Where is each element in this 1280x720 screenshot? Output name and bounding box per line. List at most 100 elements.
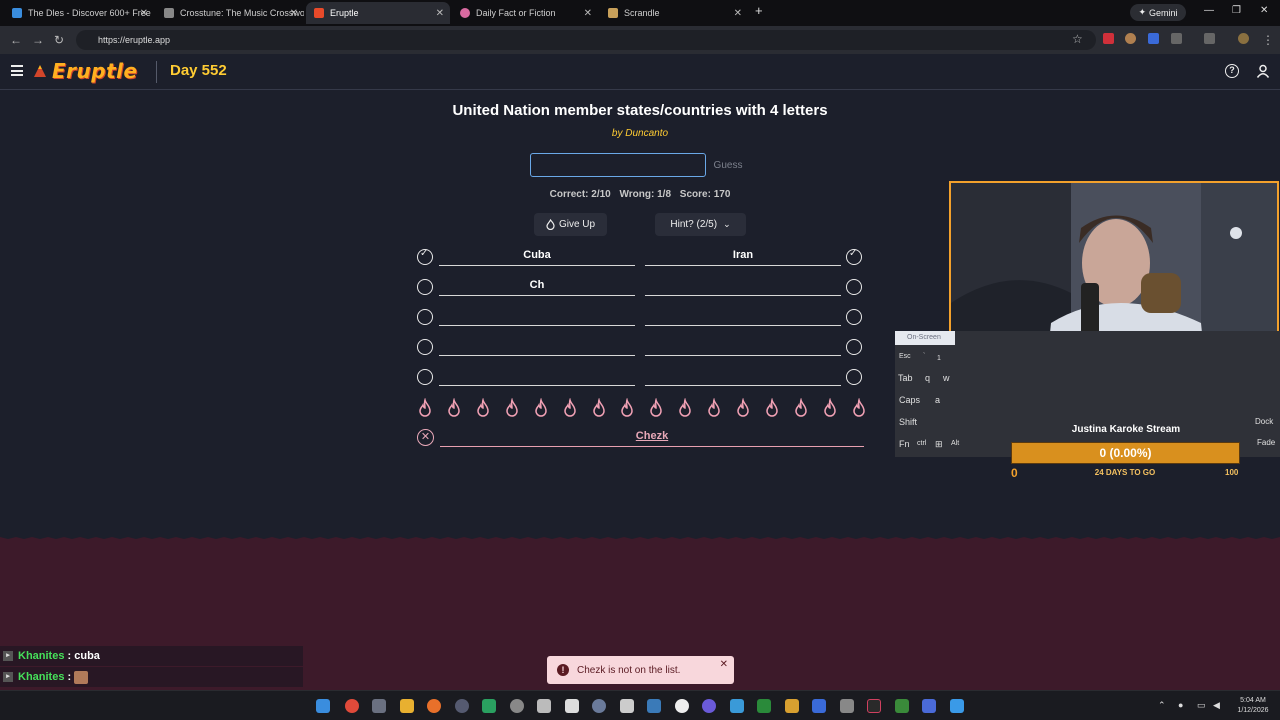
wrong-count: Wrong: 1/8 — [619, 189, 672, 200]
flame-icon — [419, 398, 431, 417]
extension-icon[interactable] — [1103, 33, 1114, 44]
chat-username: Khanites — [18, 671, 65, 683]
tab-the-dles[interactable]: The Dles - Discover 600+ Free I ✕ — [4, 2, 154, 24]
chat-badge-icon: ▸ — [3, 651, 13, 661]
answer-status-icon — [846, 279, 862, 295]
guess-input[interactable] — [530, 153, 706, 177]
sidebar-toggle-icon[interactable] — [1204, 33, 1215, 44]
app-icon[interactable] — [455, 699, 469, 713]
close-icon[interactable]: ✕ — [720, 659, 728, 670]
puzzle-title: United Nation member states/countries wi… — [452, 102, 828, 119]
flame-icon — [621, 398, 634, 417]
tab-eruptle[interactable]: Eruptle ✕ — [306, 2, 450, 24]
key-caps[interactable]: Caps — [899, 395, 920, 405]
flame-icon — [679, 398, 692, 417]
key-esc[interactable]: Esc — [899, 353, 911, 360]
key-shift[interactable]: Shift — [899, 417, 917, 427]
app-icon[interactable] — [730, 699, 744, 713]
app-icon[interactable] — [950, 699, 964, 713]
tab-favicon-icon — [164, 8, 174, 18]
key-q[interactable]: q — [925, 373, 930, 383]
close-icon[interactable]: ✕ — [290, 8, 298, 19]
tab-daily-fact-or-fiction[interactable]: Daily Fact or Fiction ✕ — [452, 2, 598, 24]
system-clock[interactable]: 5:04 AM 1/12/2026 — [1228, 696, 1278, 716]
tab-crosstune[interactable]: Crosstune: The Music Crosswor ✕ — [156, 2, 304, 24]
bookmark-star-icon[interactable]: ☆ — [1072, 32, 1083, 46]
firefox-icon[interactable] — [427, 699, 441, 713]
give-up-button[interactable]: Give Up — [534, 213, 607, 236]
guess-button[interactable]: Guess — [708, 155, 748, 175]
folder-icon[interactable] — [400, 699, 414, 713]
forward-icon[interactable]: → — [32, 33, 44, 47]
key-fn[interactable]: Fn — [899, 439, 910, 449]
app-icon[interactable] — [620, 699, 634, 713]
close-icon[interactable]: ✕ — [584, 8, 592, 19]
speaker-icon[interactable]: ◀ — [1213, 700, 1220, 711]
tab-scrandle[interactable]: Scrandle ✕ — [600, 2, 748, 24]
flame-icon — [853, 398, 865, 417]
reload-icon[interactable]: ↻ — [54, 33, 64, 47]
window-close-icon[interactable]: ✕ — [1260, 5, 1268, 16]
lives-row — [417, 398, 867, 420]
close-icon[interactable]: ✕ — [436, 8, 444, 19]
chrome-icon[interactable] — [345, 699, 359, 713]
settings-icon[interactable] — [592, 699, 606, 713]
gemini-button[interactable]: ✦ Gemini — [1130, 4, 1186, 21]
tab-title: The Dles - Discover 600+ Free I — [28, 8, 154, 18]
app-logo[interactable]: Eruptle — [52, 59, 138, 83]
display-icon[interactable]: ▭ — [1197, 700, 1206, 711]
address-bar[interactable]: https://eruptle.app — [76, 30, 1096, 50]
key-backtick[interactable]: ` — [923, 353, 925, 360]
key-a[interactable]: a — [935, 395, 940, 405]
task-view-icon[interactable] — [372, 699, 386, 713]
new-tab-icon[interactable]: + — [755, 3, 763, 18]
tab-favicon-icon — [12, 8, 22, 18]
chevron-up-icon[interactable]: ⌃ — [1158, 700, 1166, 711]
steam-icon[interactable] — [647, 699, 661, 713]
key-w[interactable]: w — [943, 373, 950, 383]
extension-icon[interactable] — [1125, 33, 1136, 44]
key-ctrl[interactable]: ctrl — [917, 440, 926, 447]
back-icon[interactable]: ← — [10, 33, 22, 47]
obs-icon[interactable] — [867, 699, 881, 713]
key-dock[interactable]: Dock — [1255, 417, 1273, 426]
answer-slot — [439, 306, 635, 326]
extension-icon[interactable] — [1148, 33, 1159, 44]
chevron-down-icon: ⌄ — [723, 219, 731, 229]
app-icon[interactable] — [757, 699, 771, 713]
app-icon[interactable] — [675, 699, 689, 713]
microphone-icon[interactable]: ● — [1178, 700, 1183, 710]
help-icon[interactable]: ? — [1225, 64, 1239, 78]
restore-icon[interactable]: ❐ — [1232, 5, 1241, 16]
menu-dots-icon[interactable]: ⋮ — [1262, 33, 1274, 47]
app-icon[interactable] — [922, 699, 936, 713]
user-icon[interactable] — [1256, 64, 1270, 78]
close-icon[interactable]: ✕ — [734, 8, 742, 19]
discord-icon[interactable] — [702, 699, 716, 713]
app-icon[interactable] — [537, 699, 551, 713]
hint-button[interactable]: Hint? (2/5) ⌄ — [655, 213, 746, 236]
app-icon[interactable] — [840, 699, 854, 713]
close-icon[interactable]: ✕ — [140, 8, 148, 19]
app-icon[interactable] — [895, 699, 909, 713]
app-icon[interactable] — [565, 699, 579, 713]
goal-days-left: 24 DAYS TO GO — [1094, 468, 1156, 477]
app-icon[interactable] — [785, 699, 799, 713]
flame-icon — [737, 398, 749, 417]
key-tab[interactable]: Tab — [898, 373, 913, 383]
app-icon[interactable] — [510, 699, 524, 713]
app-icon[interactable] — [812, 699, 826, 713]
key-alt[interactable]: Alt — [951, 440, 959, 447]
profile-avatar-icon[interactable] — [1238, 33, 1249, 44]
start-icon[interactable] — [316, 699, 330, 713]
clock-time: 5:04 AM — [1240, 697, 1266, 704]
key-1[interactable]: 1 — [937, 355, 941, 362]
windows-key-icon[interactable]: ⊞ — [935, 439, 943, 450]
answer-status-icon — [846, 339, 862, 355]
answer-status-icon — [846, 309, 862, 325]
extensions-puzzle-icon[interactable] — [1171, 33, 1182, 44]
answer-slot — [645, 336, 841, 356]
minimize-icon[interactable]: — — [1204, 5, 1214, 16]
app-icon[interactable] — [482, 699, 496, 713]
hamburger-menu-icon[interactable] — [11, 65, 23, 76]
